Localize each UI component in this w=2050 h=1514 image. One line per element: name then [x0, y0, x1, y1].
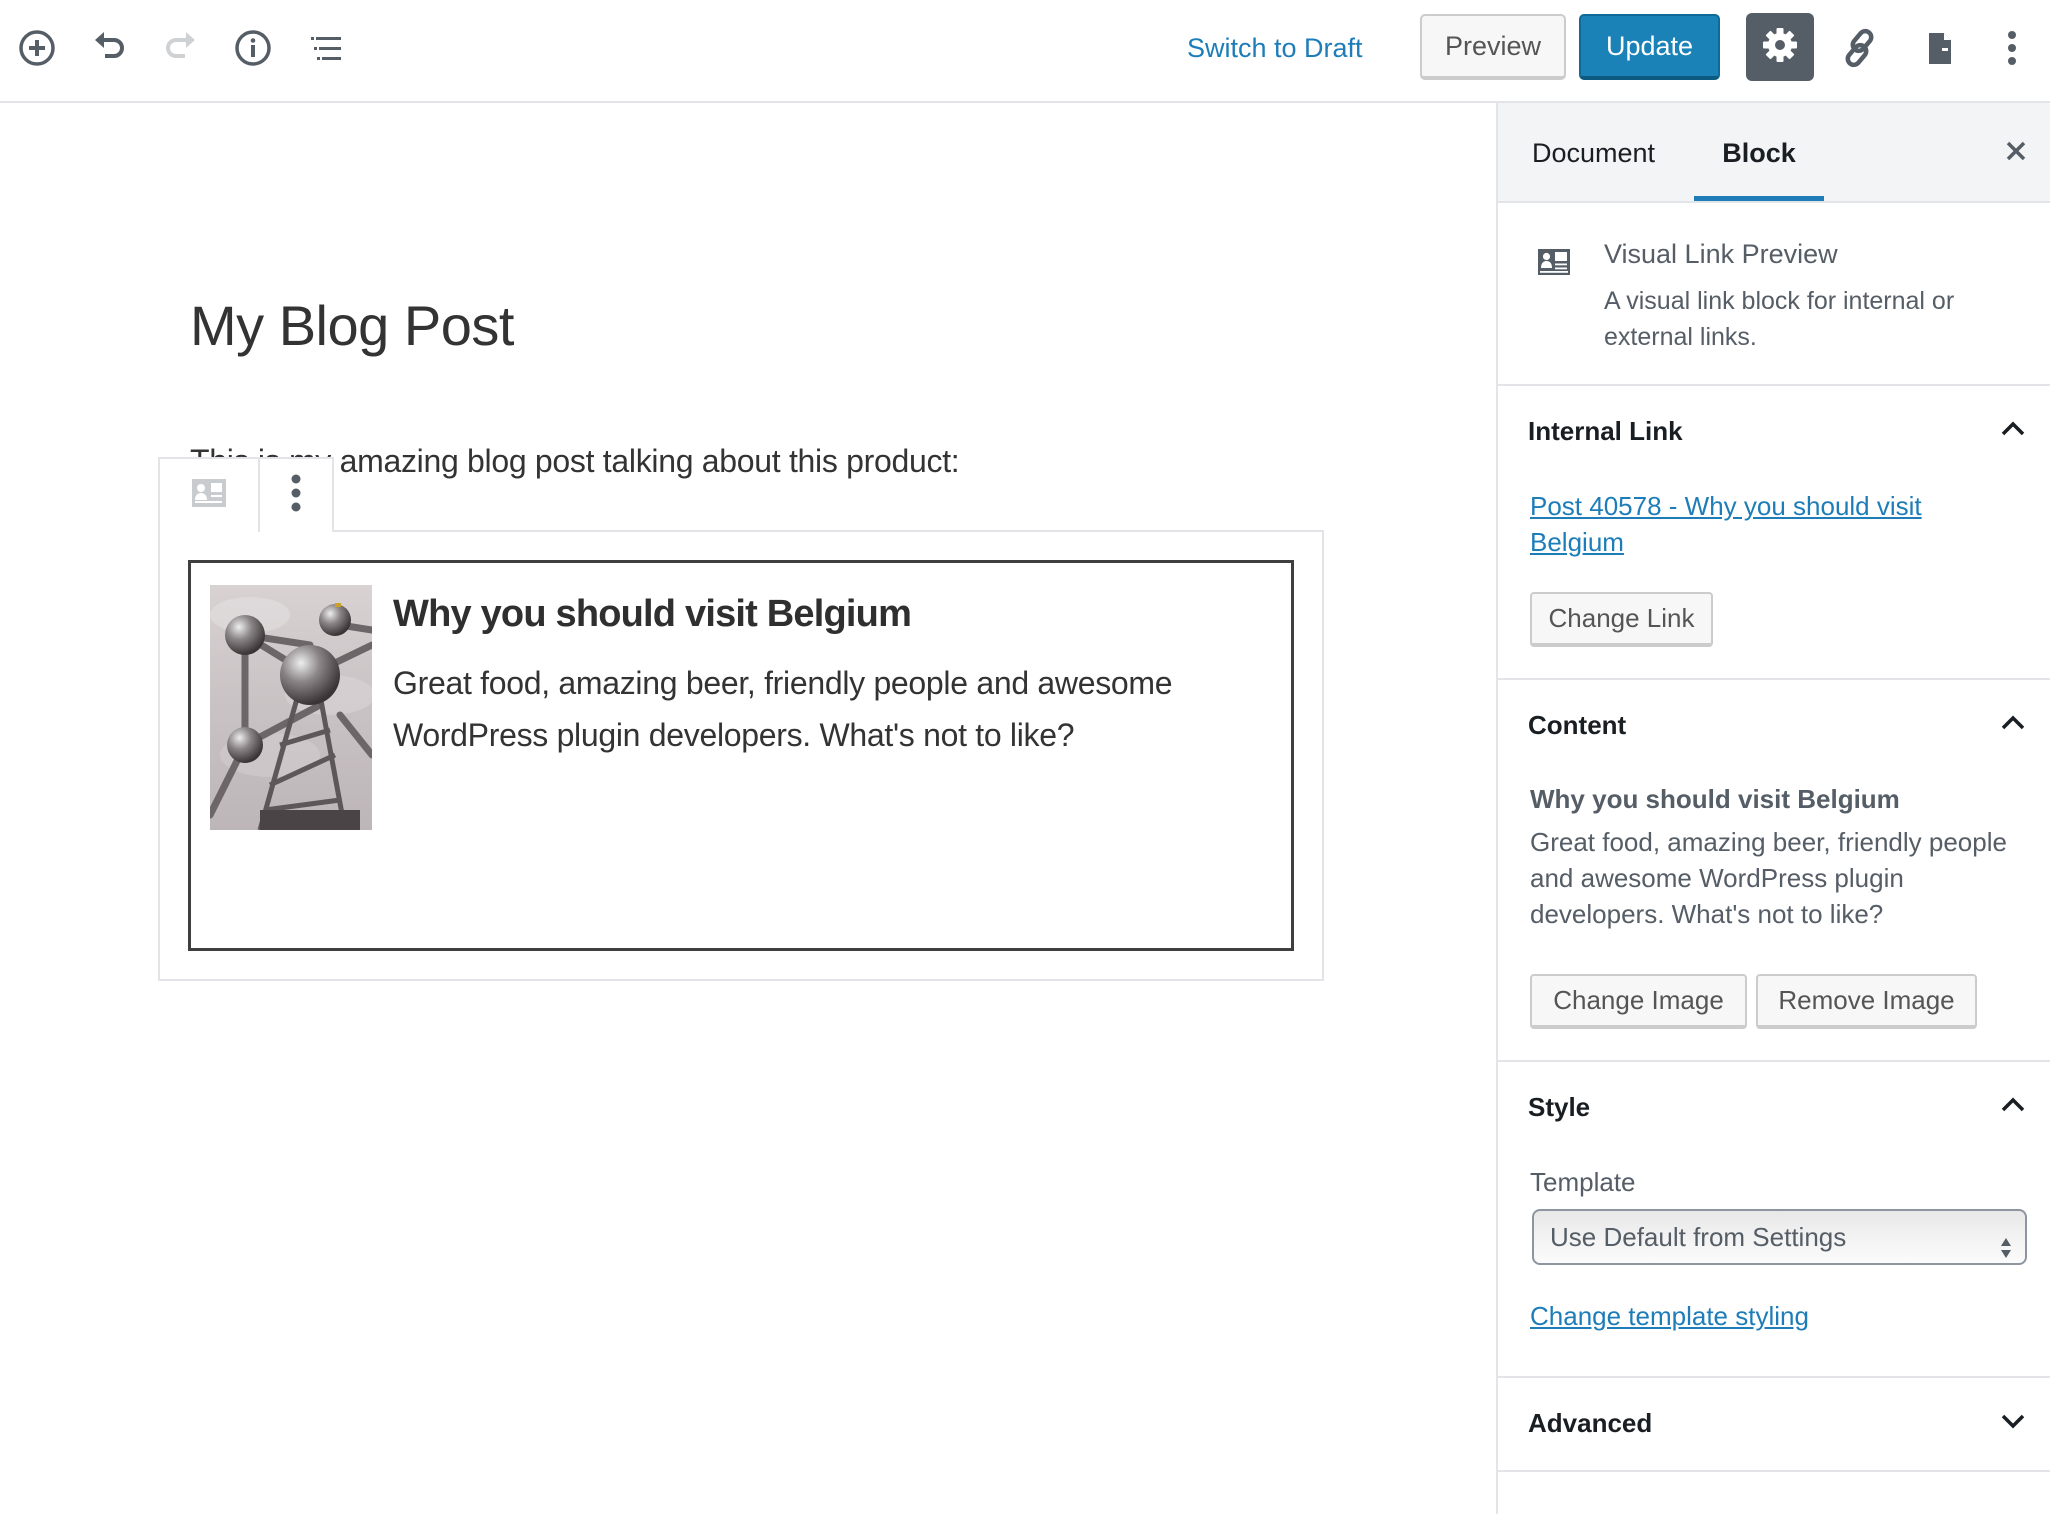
- template-label: Template: [1530, 1167, 1636, 1197]
- panel-title: Style: [1528, 1092, 1591, 1122]
- visual-link-preview-icon: [1538, 249, 1570, 280]
- redo-button[interactable]: [155, 22, 207, 74]
- panel-style: Style Template Use Default from Settings…: [1498, 1062, 2050, 1378]
- panel-advanced-toggle[interactable]: Advanced: [1498, 1378, 2050, 1474]
- block-toolbar: [158, 457, 334, 532]
- internal-link[interactable]: Post 40578 - Why you should visit Belgiu…: [1530, 488, 1990, 560]
- close-sidebar-button[interactable]: [1996, 133, 2036, 173]
- redo-icon: [161, 28, 201, 68]
- chevron-up-icon: [2000, 1096, 2026, 1119]
- visual-link-preview-icon: [192, 479, 226, 512]
- document-button[interactable]: [1914, 22, 1966, 74]
- change-link-button[interactable]: Change Link: [1530, 592, 1713, 647]
- more-menu-button[interactable]: [1986, 22, 2038, 74]
- panel-content-toggle[interactable]: Content: [1498, 680, 2050, 776]
- card-title: Why you should visit Belgium: [393, 593, 912, 635]
- block-more-options-button[interactable]: [258, 459, 332, 532]
- block-card-description: A visual link block for internal or exte…: [1604, 287, 1955, 351]
- panel-style-toggle[interactable]: Style: [1498, 1062, 2050, 1158]
- content-title[interactable]: Why you should visit Belgium: [1530, 784, 1900, 815]
- link-button[interactable]: [1834, 22, 1886, 74]
- tab-document[interactable]: Document: [1532, 103, 1655, 201]
- update-button[interactable]: Update: [1579, 14, 1720, 80]
- panel-content: Content Why you should visit Belgium Gre…: [1498, 680, 2050, 1062]
- more-vertical-icon: [1992, 28, 2032, 68]
- block-navigation-button[interactable]: [300, 22, 352, 74]
- block-card: Visual Link Preview A visual link block …: [1498, 203, 2050, 386]
- document-icon: [1920, 28, 1960, 68]
- gear-icon: [1760, 25, 1800, 70]
- chevron-up-icon: [2000, 420, 2026, 443]
- editor-header: Switch to Draft Preview Update: [0, 0, 2050, 103]
- details-button[interactable]: [227, 22, 279, 74]
- panel-title: Internal Link: [1528, 416, 1683, 446]
- block-navigation-icon: [306, 28, 346, 68]
- change-image-button[interactable]: Change Image: [1530, 974, 1747, 1029]
- settings-sidebar: Document Block Visual Link Preview A vis…: [1496, 103, 2050, 1514]
- content-description[interactable]: Great food, amazing beer, friendly peopl…: [1530, 824, 2030, 932]
- more-vertical-icon: [290, 473, 302, 518]
- undo-icon: [89, 28, 129, 68]
- panel-internal-link-toggle[interactable]: Internal Link: [1498, 386, 2050, 482]
- card-image: [210, 585, 372, 830]
- select-arrows-icon: [1999, 1225, 2013, 1277]
- card-description: Great food, amazing beer, friendly peopl…: [393, 665, 1173, 753]
- change-template-styling-link[interactable]: Change template styling: [1530, 1298, 1990, 1334]
- block-card-title: Visual Link Preview: [1604, 239, 1838, 269]
- panel-advanced: Advanced: [1498, 1378, 2050, 1472]
- sidebar-tabs: Document Block: [1498, 103, 2050, 203]
- block-type-switcher[interactable]: [160, 459, 258, 532]
- close-icon: [2005, 140, 2027, 167]
- remove-image-button[interactable]: Remove Image: [1756, 974, 1977, 1029]
- undo-button[interactable]: [83, 22, 135, 74]
- link-icon: [1838, 26, 1882, 70]
- switch-to-draft-button[interactable]: Switch to Draft: [1187, 28, 1363, 68]
- chevron-up-icon: [2000, 714, 2026, 737]
- add-block-button[interactable]: [11, 22, 63, 74]
- panel-title: Content: [1528, 710, 1627, 740]
- add-block-icon: [17, 28, 57, 68]
- visual-link-preview-card[interactable]: Why you should visit Belgium Great food,…: [188, 560, 1294, 951]
- panel-internal-link: Internal Link Post 40578 - Why you shoul…: [1498, 386, 2050, 680]
- template-select-value: Use Default from Settings: [1550, 1222, 1847, 1252]
- preview-button[interactable]: Preview: [1420, 14, 1566, 80]
- post-title[interactable]: My Blog Post: [190, 293, 514, 358]
- panel-title: Advanced: [1528, 1408, 1653, 1438]
- template-select[interactable]: Use Default from Settings: [1532, 1209, 2027, 1265]
- info-icon: [233, 28, 273, 68]
- settings-button[interactable]: [1746, 13, 1814, 81]
- editor-canvas: My Blog Post This is my amazing blog pos…: [0, 103, 1496, 1514]
- chevron-down-icon: [2000, 1412, 2026, 1435]
- tab-block[interactable]: Block: [1694, 103, 1824, 201]
